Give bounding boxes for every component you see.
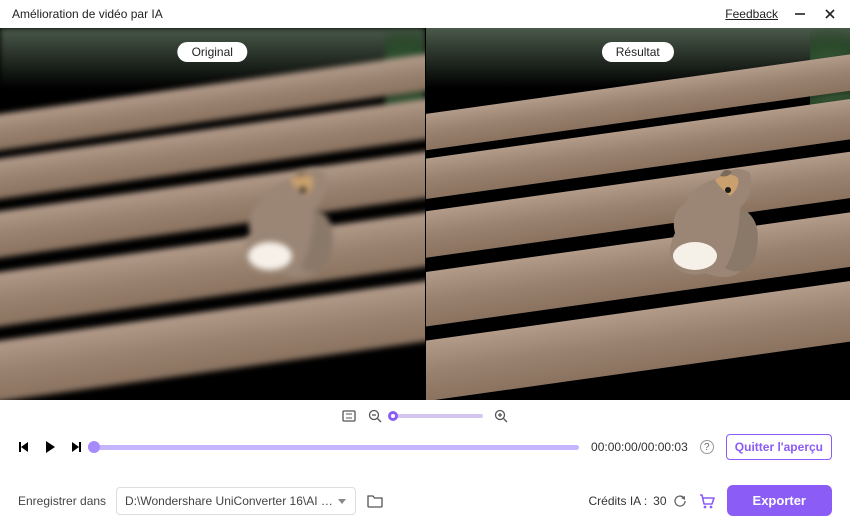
open-folder-button[interactable] xyxy=(366,492,384,510)
timeline-thumb[interactable] xyxy=(88,441,100,453)
next-frame-button[interactable] xyxy=(68,440,82,454)
chevron-down-icon xyxy=(337,496,347,506)
preview-area: Original Résultat xyxy=(0,28,850,400)
credits-display: Crédits IA : 30 xyxy=(588,494,686,508)
zoom-slider-thumb[interactable] xyxy=(388,411,398,421)
credits-value: 30 xyxy=(653,494,666,508)
squirrel-image xyxy=(195,148,335,288)
zoom-slider[interactable] xyxy=(393,414,483,418)
save-location-label: Enregistrer dans xyxy=(18,494,106,508)
help-icon[interactable]: ? xyxy=(700,440,714,454)
time-display: 00:00:00/00:00:03 xyxy=(591,440,688,454)
title-bar: Amélioration de vidéo par IA Feedback xyxy=(0,0,850,28)
quit-preview-button[interactable]: Quitter l'aperçu xyxy=(726,434,832,460)
refresh-credits-button[interactable] xyxy=(673,494,687,508)
zoom-controls xyxy=(0,400,850,428)
save-path-dropdown[interactable]: D:\Wondershare UniConverter 16\AI Video … xyxy=(116,487,356,515)
original-badge: Original xyxy=(178,42,247,62)
result-badge: Résultat xyxy=(602,42,674,62)
fit-screen-icon[interactable] xyxy=(341,408,357,424)
cart-button[interactable] xyxy=(697,491,717,511)
save-path-text: D:\Wondershare UniConverter 16\AI Video … xyxy=(125,494,335,508)
play-button[interactable] xyxy=(42,439,58,455)
result-pane: Résultat xyxy=(425,28,850,400)
credits-label: Crédits IA : xyxy=(588,494,647,508)
feedback-link[interactable]: Feedback xyxy=(725,7,778,21)
close-button[interactable] xyxy=(822,6,838,22)
export-button[interactable]: Exporter xyxy=(727,485,832,516)
window-title: Amélioration de vidéo par IA xyxy=(12,7,163,21)
squirrel-image xyxy=(620,148,760,288)
zoom-in-icon[interactable] xyxy=(493,408,509,424)
minimize-button[interactable] xyxy=(792,6,808,22)
original-pane: Original xyxy=(0,28,425,400)
playback-controls: 00:00:00/00:00:03 ? Quitter l'aperçu xyxy=(0,428,850,470)
zoom-out-icon[interactable] xyxy=(367,408,383,424)
timeline-slider[interactable] xyxy=(94,445,579,450)
bottom-bar: Enregistrer dans D:\Wondershare UniConve… xyxy=(0,470,850,532)
prev-frame-button[interactable] xyxy=(18,440,32,454)
